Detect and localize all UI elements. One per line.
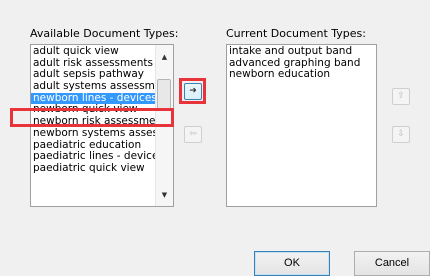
list-item[interactable]: adult risk assessments — [31, 58, 156, 70]
left-arrow-icon: ⇦ — [189, 129, 197, 139]
list-item[interactable]: advanced graphing band — [227, 58, 376, 70]
add-button[interactable]: ➜ — [184, 83, 202, 100]
list-item[interactable]: adult systems assessme — [31, 81, 156, 93]
current-types-listbox[interactable]: intake and output band advanced graphing … — [226, 44, 377, 207]
down-arrow-icon: ⇩ — [397, 129, 405, 139]
list-item[interactable]: paediatric quick view — [31, 163, 156, 175]
list-item[interactable]: paediatric lines - device — [31, 151, 156, 163]
list-item[interactable]: newborn education — [227, 69, 376, 81]
move-down-button[interactable]: ⇩ — [392, 126, 410, 143]
up-arrow-icon: ⇧ — [397, 91, 405, 101]
right-arrow-icon: ➜ — [189, 86, 197, 96]
list-item[interactable]: newborn lines - devices — [31, 92, 156, 105]
scroll-up-icon[interactable]: ▲ — [156, 49, 173, 66]
move-up-button[interactable]: ⇧ — [392, 88, 410, 105]
list-item[interactable]: adult sepsis pathway — [31, 69, 156, 81]
ok-button[interactable]: OK — [254, 251, 330, 276]
list-item[interactable]: adult quick view — [31, 46, 156, 58]
list-item[interactable]: intake and output band — [227, 46, 376, 58]
current-types-list: intake and output band advanced graphing … — [227, 46, 376, 81]
selection-highlight-box — [10, 108, 174, 127]
available-types-label: Available Document Types: — [30, 27, 179, 40]
current-types-label: Current Document Types: — [226, 27, 366, 40]
remove-button[interactable]: ⇦ — [184, 126, 202, 143]
scrollbar-thumb[interactable] — [157, 79, 171, 111]
list-item[interactable]: paediatric education — [31, 140, 156, 152]
scroll-down-icon[interactable]: ▼ — [156, 187, 173, 204]
cancel-button[interactable]: Cancel — [354, 251, 430, 276]
list-item[interactable]: newborn systems asses — [31, 128, 156, 140]
